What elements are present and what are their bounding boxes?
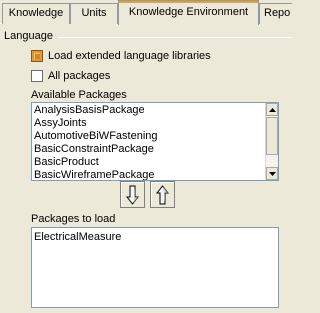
list-item[interactable]: AutomotiveBiWFastening xyxy=(32,130,264,143)
load-extended-label: Load extended language libraries xyxy=(48,50,211,62)
group-divider xyxy=(58,37,292,38)
tab-knowledge-environment[interactable]: Knowledge Environment xyxy=(118,0,259,25)
to-load-items: ElectricalMeasure xyxy=(32,231,278,244)
list-item[interactable]: ElectricalMeasure xyxy=(32,231,278,244)
all-packages-label: All packages xyxy=(48,70,111,82)
tab-bar: Knowledge Units Knowledge Environment Re… xyxy=(0,0,292,25)
vertical-scrollbar[interactable] xyxy=(265,103,278,180)
active-tab-accent xyxy=(119,1,258,3)
scroll-up-button[interactable] xyxy=(266,103,278,116)
load-extended-option[interactable]: Load extended language libraries xyxy=(31,49,211,63)
all-packages-option[interactable]: All packages xyxy=(31,69,110,83)
available-items: AnalysisBasisPackage AssyJoints Automoti… xyxy=(32,104,264,180)
tab-units[interactable]: Units xyxy=(70,3,118,24)
available-packages-list[interactable]: AnalysisBasisPackage AssyJoints Automoti… xyxy=(31,102,279,181)
tab-label: Knowledge xyxy=(8,7,64,19)
list-item[interactable]: AnalysisBasisPackage xyxy=(32,104,264,117)
tab-label: Repo xyxy=(264,7,291,19)
list-item[interactable]: AssyJoints xyxy=(32,117,264,130)
tab-label: Units xyxy=(81,7,107,19)
packages-to-load-list[interactable]: ElectricalMeasure xyxy=(31,227,279,308)
language-group-label: Language xyxy=(4,30,53,42)
arrow-up-icon xyxy=(156,184,169,204)
scroll-down-icon xyxy=(268,171,276,176)
arrow-down-icon xyxy=(126,185,139,205)
tab-label: Knowledge Environment xyxy=(128,6,249,18)
tab-repo[interactable]: Repo xyxy=(259,3,292,24)
scroll-up-icon xyxy=(268,107,276,112)
packages-to-load-label: Packages to load xyxy=(31,213,116,225)
available-packages-label: Available Packages xyxy=(31,89,127,101)
list-item[interactable]: BasicWireframePackage xyxy=(32,169,264,180)
remove-package-button[interactable] xyxy=(150,181,175,208)
scroll-down-button[interactable] xyxy=(266,167,278,180)
tab-knowledge[interactable]: Knowledge xyxy=(2,3,70,24)
load-extended-checkbox[interactable] xyxy=(31,50,43,62)
list-item[interactable]: BasicProduct xyxy=(32,156,264,169)
list-item[interactable]: BasicConstraintPackage xyxy=(32,143,264,156)
scroll-thumb[interactable] xyxy=(266,117,278,155)
all-packages-checkbox[interactable] xyxy=(31,70,43,82)
add-package-button[interactable] xyxy=(120,181,145,208)
